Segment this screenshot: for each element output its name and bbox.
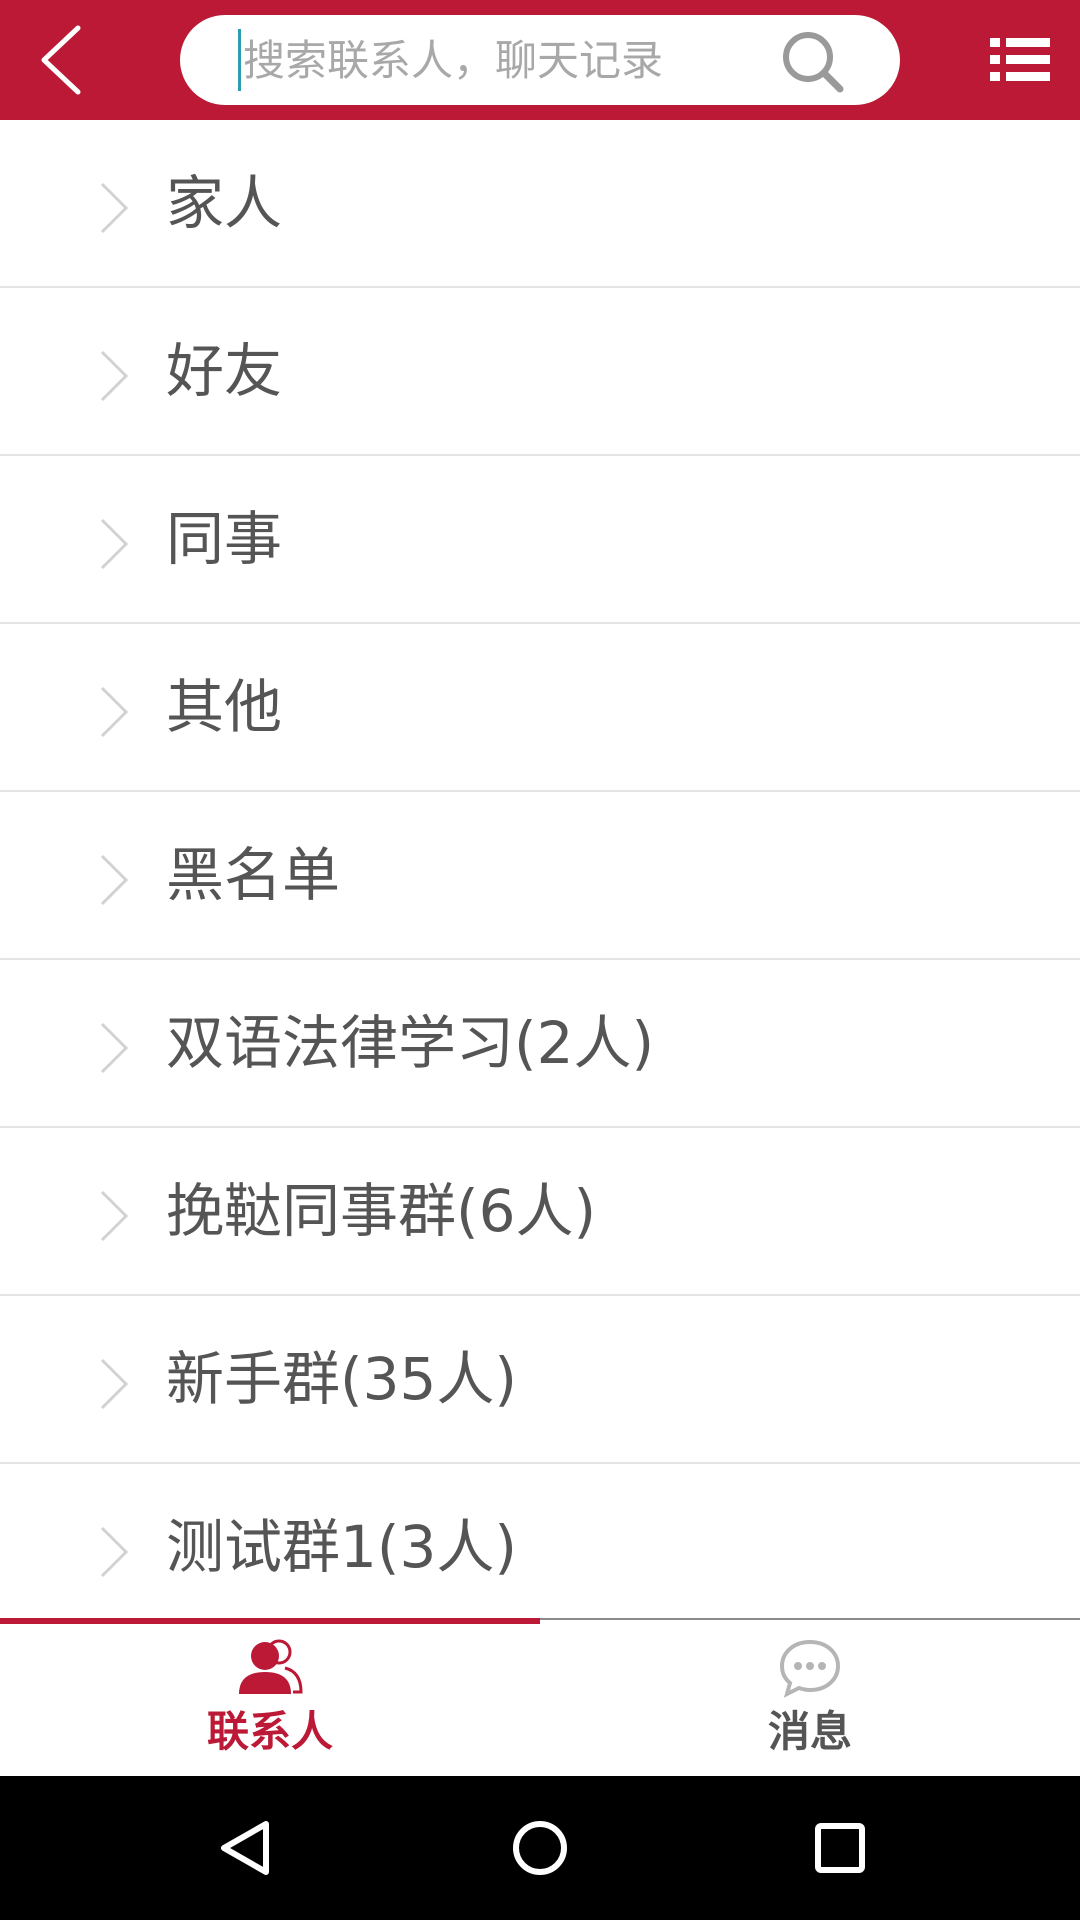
tab-contacts[interactable]: 联系人 [0, 1624, 540, 1776]
search-bar [180, 15, 900, 105]
group-row-family[interactable]: 家人 [0, 120, 1080, 288]
menu-button[interactable] [988, 36, 1052, 84]
chevron-right-icon [100, 518, 129, 570]
chevron-right-icon [100, 182, 129, 234]
system-home-button[interactable] [504, 1812, 576, 1884]
group-label: 黑名单 [166, 841, 341, 909]
contacts-screen: 家人 好友 同事 其他 黑名单 双语法律学习(2人) 挽鞑同事群(6人) 新手 [0, 0, 1080, 1920]
contact-group-list: 家人 好友 同事 其他 黑名单 双语法律学习(2人) 挽鞑同事群(6人) 新手群… [0, 120, 1080, 1620]
chevron-right-icon [100, 1358, 129, 1410]
system-recents-button[interactable] [804, 1812, 876, 1884]
chevron-left-icon [41, 25, 81, 95]
group-row-newbie[interactable]: 新手群(35人) [0, 1296, 1080, 1464]
tab-label: 消息 [767, 1707, 852, 1756]
magnifier-icon [783, 32, 844, 93]
group-label: 同事 [166, 505, 283, 573]
top-app-bar [0, 0, 1080, 120]
group-label: 家人 [166, 169, 283, 237]
system-back-button[interactable] [208, 1812, 280, 1884]
group-row-colleagues[interactable]: 同事 [0, 456, 1080, 624]
system-navigation-bar [0, 1776, 1080, 1920]
tab-label: 联系人 [206, 1707, 333, 1756]
chat-bubble-icon [779, 1639, 841, 1698]
search-input[interactable] [238, 29, 763, 91]
group-row-blacklist[interactable]: 黑名单 [0, 792, 1080, 960]
tab-divider [540, 1618, 1080, 1620]
group-row-bilingual-law[interactable]: 双语法律学习(2人) [0, 960, 1080, 1128]
group-label: 新手群(35人) [166, 1345, 518, 1413]
group-row-colleague-group[interactable]: 挽鞑同事群(6人) [0, 1128, 1080, 1296]
group-label: 测试群1(3人) [166, 1513, 518, 1581]
chevron-right-icon [100, 1022, 129, 1074]
list-menu-icon [990, 38, 1050, 81]
group-label: 其他 [166, 673, 283, 741]
search-button[interactable] [780, 29, 846, 95]
group-label: 好友 [166, 337, 283, 405]
triangle-back-icon [221, 1821, 269, 1875]
bottom-tab-bar: 联系人 消息 [0, 1618, 1080, 1776]
back-button[interactable] [22, 14, 102, 106]
chevron-right-icon [100, 350, 129, 402]
chevron-right-icon [100, 1526, 129, 1578]
chevron-right-icon [100, 686, 129, 738]
square-recents-icon [815, 1823, 865, 1873]
chevron-right-icon [100, 854, 129, 906]
group-label: 双语法律学习(2人) [166, 1009, 655, 1077]
chevron-right-icon [100, 1190, 129, 1242]
contacts-icon [239, 1639, 303, 1694]
group-label: 挽鞑同事群(6人) [166, 1177, 597, 1245]
group-row-friends[interactable]: 好友 [0, 288, 1080, 456]
circle-home-icon [513, 1821, 567, 1875]
group-row-others[interactable]: 其他 [0, 624, 1080, 792]
group-row-test[interactable]: 测试群1(3人) [0, 1464, 1080, 1620]
tab-messages[interactable]: 消息 [540, 1624, 1080, 1776]
